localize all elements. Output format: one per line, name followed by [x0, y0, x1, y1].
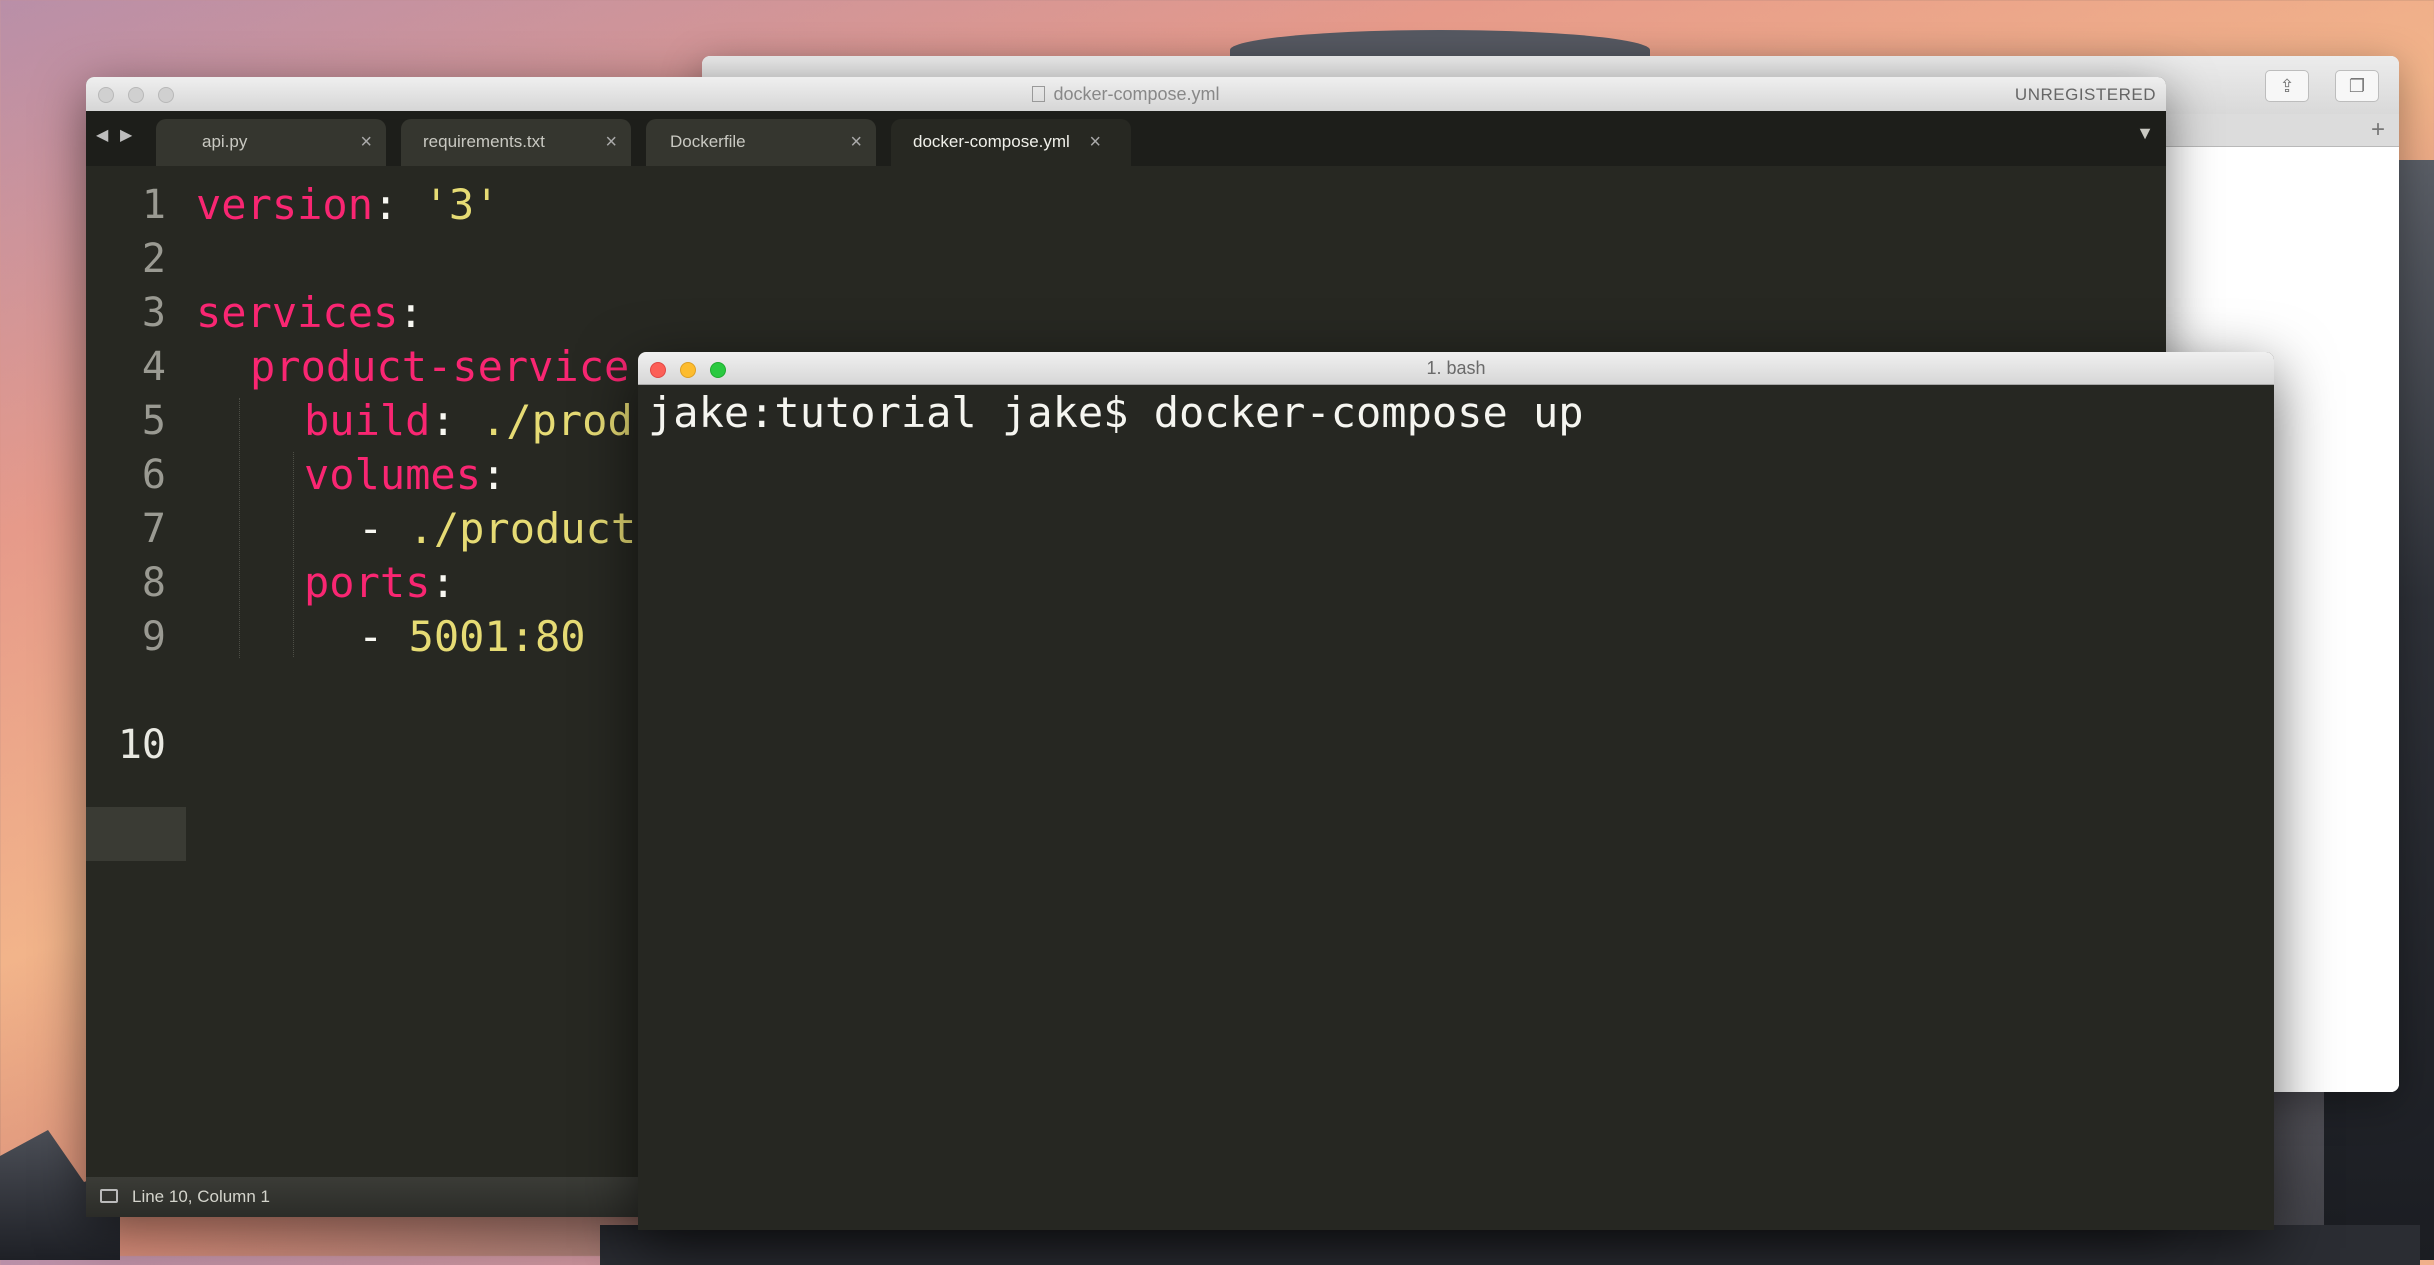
close-tab-icon[interactable]: ×	[605, 119, 617, 165]
yaml-colon: :	[430, 558, 456, 607]
file-icon	[1032, 86, 1046, 102]
terminal-title: 1. bash	[1426, 358, 1486, 378]
indent-guide	[293, 452, 294, 657]
tab-label: requirements.txt	[423, 132, 545, 151]
close-tab-icon[interactable]: ×	[360, 119, 372, 165]
yaml-key: product-service	[250, 342, 630, 391]
yaml-key: services	[196, 288, 399, 337]
close-tab-icon[interactable]: ×	[1089, 119, 1101, 165]
code-line-3: services:	[196, 288, 424, 337]
terminal-titlebar: 1. bash	[638, 352, 2274, 385]
editor-tabstrip: ◀ ▶ api.py × requirements.txt × Dockerfi…	[86, 111, 2166, 166]
yaml-key: build	[304, 396, 431, 445]
line-number: 4	[141, 344, 166, 390]
share-icon[interactable]: ⇪	[2265, 70, 2309, 102]
code-line-1: version: '3'	[196, 180, 499, 229]
code-line-6: volumes:	[304, 450, 506, 499]
tab-label: Dockerfile	[670, 132, 746, 151]
yaml-key: volumes	[304, 450, 482, 499]
yaml-dash: -	[358, 612, 409, 661]
tabs-overview-icon[interactable]: ❐	[2335, 70, 2379, 102]
panel-toggle-icon[interactable]	[100, 1189, 118, 1203]
tab-label: docker-compose.yml	[913, 132, 1070, 151]
yaml-value: ./product	[408, 504, 637, 553]
tab-label: api.py	[202, 132, 248, 151]
line-number: 6	[141, 452, 166, 498]
line-number: 2	[141, 236, 166, 282]
editor-window-title-text: docker-compose.yml	[1053, 84, 1220, 104]
line-number: 8	[141, 560, 166, 606]
yaml-colon: :	[373, 180, 424, 229]
tab-dockerfile[interactable]: Dockerfile ×	[646, 119, 876, 166]
tab-docker-compose-yml[interactable]: docker-compose.yml ×	[891, 119, 1131, 166]
code-line-7: - ./product	[358, 504, 636, 553]
yaml-colon: :	[430, 396, 482, 445]
unregistered-label: UNREGISTERED	[2014, 85, 2156, 104]
new-tab-button[interactable]: +	[2365, 116, 2391, 144]
close-tab-icon[interactable]: ×	[850, 119, 862, 165]
line-number: 5	[141, 398, 166, 444]
current-line-highlight	[86, 807, 186, 861]
editor-window-title: docker-compose.yml	[86, 84, 2166, 105]
yaml-key: ports	[304, 558, 431, 607]
indent-guide	[239, 398, 240, 658]
line-number: 7	[141, 506, 166, 552]
code-line-5: build: ./prod	[304, 396, 633, 445]
tab-requirements-txt[interactable]: requirements.txt ×	[401, 119, 631, 166]
yaml-colon: :	[481, 450, 507, 499]
editor-titlebar: docker-compose.yml UNREGISTERED	[86, 77, 2166, 112]
terminal-window[interactable]: 1. bash jake:tutorial jake$ docker-compo…	[638, 352, 2274, 1230]
yaml-value: '3'	[423, 180, 500, 229]
line-number: 3	[141, 290, 166, 336]
line-number-gutter: 1 2 3 4 5 6 7 8 9 10	[86, 166, 186, 1177]
yaml-value: 5001:80	[408, 612, 586, 661]
tab-api-py[interactable]: api.py ×	[156, 119, 386, 166]
yaml-key: version	[196, 180, 374, 229]
tab-forward-arrow-icon[interactable]: ▶	[120, 125, 132, 145]
tab-menu-chevron-icon[interactable]: ▼	[2136, 123, 2154, 144]
yaml-value: ./prod	[481, 396, 633, 445]
terminal-prompt-line[interactable]: jake:tutorial jake$ docker-compose up	[648, 388, 1584, 437]
line-number: 9	[141, 614, 166, 660]
cursor-position: Line 10, Column 1	[132, 1187, 270, 1206]
code-line-9: - 5001:80	[358, 612, 586, 661]
code-line-8: ports:	[304, 558, 456, 607]
yaml-dash: -	[358, 504, 409, 553]
code-line-4: product-service:	[250, 342, 655, 391]
tab-back-arrow-icon[interactable]: ◀	[96, 125, 108, 145]
line-number: 1	[141, 182, 166, 228]
line-number-current: 10	[117, 722, 166, 768]
yaml-colon: :	[398, 288, 424, 337]
desktop-mountain-bottom	[600, 1225, 2420, 1265]
